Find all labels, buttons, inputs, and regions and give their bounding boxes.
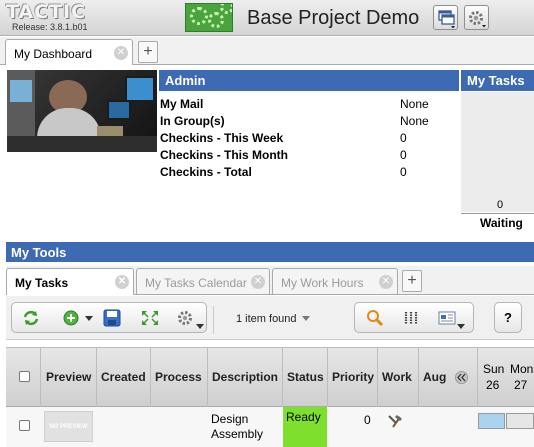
column-header-process[interactable]: Process (155, 370, 202, 384)
help-button[interactable]: ? (494, 302, 522, 333)
close-icon[interactable]: ✕ (114, 46, 128, 60)
column-header-work[interactable]: Work (382, 370, 412, 384)
admin-value-groups: None (400, 114, 429, 128)
release-label: Release: 3.8.1.b01 (12, 22, 88, 32)
chevron-down-icon[interactable] (85, 316, 93, 322)
toolbar-divider (213, 306, 214, 334)
search-icon[interactable] (365, 309, 385, 327)
add-tab-button[interactable]: + (402, 270, 422, 292)
calendar-day-name: Mon (510, 362, 534, 376)
layout-icon[interactable] (437, 309, 457, 327)
admin-value-checkins-month: 0 (400, 148, 407, 162)
column-header-created[interactable]: Created (101, 370, 146, 384)
my-tasks-panel-title: My Tasks (461, 70, 534, 91)
admin-value-checkins-total: 0 (400, 165, 407, 179)
select-all-checkbox[interactable] (19, 371, 30, 382)
admin-label-checkins-month: Checkins - This Month (160, 148, 289, 162)
divider (461, 213, 534, 214)
settings-button[interactable] (464, 5, 489, 30)
items-found-select[interactable]: 1 item found (236, 313, 310, 325)
edit-button-group (11, 302, 207, 333)
windows-button[interactable] (433, 5, 458, 30)
row-checkbox[interactable] (19, 420, 30, 431)
tab-label: My Dashboard (14, 47, 93, 61)
gear-icon (469, 11, 486, 28)
add-icon[interactable] (62, 309, 82, 327)
chevron-down-icon[interactable] (196, 324, 204, 330)
tab-my-tasks[interactable]: My Tasks ✕ (6, 268, 134, 295)
admin-value-mail: None (400, 97, 429, 111)
my-tasks-chart-area (461, 92, 534, 212)
save-icon[interactable] (102, 309, 122, 327)
project-icon[interactable] (185, 3, 233, 32)
tactic-logo: TACTIC (6, 1, 87, 23)
admin-label-checkins-week: Checkins - This Week (160, 131, 284, 145)
tab-my-dashboard[interactable]: My Dashboard ✕ (5, 39, 133, 65)
waiting-label[interactable]: Waiting (480, 216, 523, 230)
description-line-2[interactable]: Assembly (211, 427, 263, 441)
column-header-month: Aug (423, 370, 447, 384)
gear-icon[interactable] (176, 309, 196, 327)
items-found-label: 1 item found (236, 313, 297, 325)
calendar-day-number: 27 (514, 378, 528, 392)
column-header-priority[interactable]: Priority (332, 370, 374, 384)
admin-label-mail: My Mail (160, 97, 204, 111)
column-header-preview[interactable]: Preview (46, 370, 91, 384)
admin-label-checkins-total: Checkins - Total (160, 165, 252, 179)
close-icon[interactable]: ✕ (251, 275, 265, 289)
tab-label: My Tasks Calendar (145, 276, 247, 290)
priority-value[interactable]: 0 (364, 413, 371, 427)
close-icon[interactable]: ✕ (379, 275, 393, 289)
close-icon[interactable]: ✕ (115, 275, 129, 289)
tab-my-work-hours[interactable]: My Work Hours ✕ (272, 268, 398, 294)
view-button-group (354, 302, 474, 333)
tools-tab-bar: My Tasks ✕ My Tasks Calendar ✕ My Work H… (6, 266, 534, 295)
column-header-status[interactable]: Status (287, 370, 324, 384)
chevron-down-icon[interactable] (457, 324, 465, 330)
project-title: Base Project Demo (247, 7, 420, 29)
refresh-icon[interactable] (21, 309, 41, 327)
tab-label: My Tasks (15, 276, 69, 290)
calendar-prev-button[interactable] (455, 371, 468, 384)
admin-panel-title: Admin (159, 70, 459, 91)
column-header-description[interactable]: Description (212, 370, 278, 384)
user-photo (7, 70, 157, 152)
my-tools-title: My Tools (6, 242, 534, 262)
hammer-icon (388, 415, 402, 428)
calendar-cell[interactable] (478, 413, 505, 429)
status-badge[interactable]: Ready (283, 407, 327, 447)
main-tab-bar: My Dashboard ✕ + (0, 37, 534, 65)
expand-icon[interactable] (140, 309, 160, 327)
tab-label: My Work Hours (281, 276, 364, 290)
double-chevron-left-icon (457, 373, 466, 382)
status-label: Ready (286, 410, 321, 424)
admin-label-groups: In Group(s) (160, 114, 225, 128)
top-header: TACTIC Release: 3.8.1.b01 Base Project D… (0, 0, 534, 36)
calendar-day-name: Sun (483, 362, 505, 376)
tab-my-tasks-calendar[interactable]: My Tasks Calendar ✕ (136, 268, 270, 294)
windows-icon (438, 10, 455, 29)
no-preview-thumbnail[interactable]: NO PREVIEW (44, 411, 93, 442)
calendar-day-number: 26 (486, 378, 500, 392)
chevron-down-icon (301, 316, 310, 321)
columns-icon[interactable] (401, 309, 421, 327)
work-button[interactable] (386, 413, 404, 431)
add-tab-button[interactable]: + (138, 41, 158, 63)
waiting-count: 0 (497, 199, 504, 211)
admin-value-checkins-week: 0 (400, 131, 407, 145)
description-line-1[interactable]: Design (211, 412, 248, 426)
calendar-cell[interactable] (506, 413, 534, 429)
